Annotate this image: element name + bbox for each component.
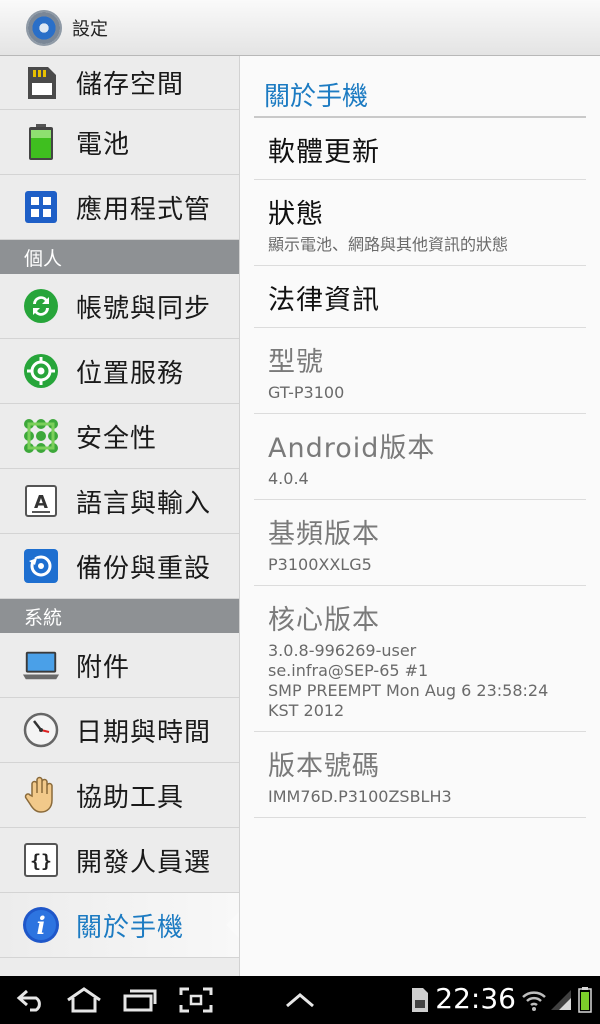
- title-bar: 設定: [0, 0, 600, 56]
- menu-item-label: 備份與重設: [76, 553, 212, 584]
- sd-card-notification-icon: [408, 986, 432, 1014]
- wifi-icon: [520, 986, 548, 1014]
- settings-gear-icon[interactable]: [26, 9, 62, 46]
- selection-caret: [226, 911, 239, 939]
- menu-item-storage[interactable]: 儲存空間: [0, 56, 239, 110]
- app-title: 設定: [72, 18, 108, 40]
- about-item-legal[interactable]: 法律資訊: [254, 266, 586, 328]
- menu-item-label: 附件: [76, 652, 131, 683]
- screenshot-icon[interactable]: [178, 986, 214, 1014]
- menu-item-language-input[interactable]: A 語言與輸入: [0, 469, 239, 534]
- sd-card-icon: [22, 64, 60, 102]
- menu-item-label: 儲存空間: [76, 70, 185, 100]
- hand-icon: [22, 776, 60, 814]
- item-value: P3100XXLG5: [268, 555, 372, 574]
- menu-item-accounts-sync[interactable]: 帳號與同步: [0, 274, 239, 339]
- item-value: GT-P3100: [268, 383, 345, 402]
- svg-text:{}: {}: [30, 851, 52, 872]
- menu-item-label: 電池: [76, 129, 131, 160]
- menu-item-label: 應用程式管: [76, 194, 212, 225]
- item-value: 4.0.4: [268, 469, 309, 488]
- item-value: IMM76D.P3100ZSBLH3: [268, 787, 452, 806]
- item-title: 核心版本: [268, 605, 380, 636]
- section-header-system: 系統: [0, 599, 239, 633]
- settings-menu: 儲存空間 電池 應用程式管 個人 帳號與同步 位置服務 安全性 A 語言與輸入 …: [0, 56, 240, 976]
- signal-icon: [548, 986, 574, 1014]
- security-pattern-icon: [22, 417, 60, 455]
- svg-text:i: i: [36, 911, 45, 940]
- menu-item-date-time[interactable]: 日期與時間: [0, 698, 239, 763]
- menu-item-label: 安全性: [76, 423, 158, 454]
- info-icon: i: [22, 906, 60, 944]
- about-item-build-number[interactable]: 版本號碼 IMM76D.P3100ZSBLH3: [254, 732, 586, 818]
- menu-item-accessibility[interactable]: 協助工具: [0, 763, 239, 828]
- about-item-baseband: 基頻版本 P3100XXLG5: [254, 500, 586, 586]
- battery-icon: [22, 123, 60, 161]
- status-clock: 22:36: [435, 982, 516, 1015]
- about-item-kernel: 核心版本 3.0.8-996269-user se.infra@SEP-65 #…: [254, 586, 586, 732]
- home-icon[interactable]: [64, 986, 104, 1014]
- menu-item-label: 日期與時間: [76, 717, 212, 748]
- item-title: 法律資訊: [268, 285, 380, 316]
- item-title: 型號: [268, 347, 324, 378]
- menu-item-accessory[interactable]: 附件: [0, 633, 239, 698]
- menu-item-label: 帳號與同步: [76, 293, 212, 324]
- item-title: 軟體更新: [268, 137, 380, 168]
- about-item-android-version[interactable]: Android版本 4.0.4: [254, 414, 586, 500]
- chevron-up-icon[interactable]: [282, 986, 318, 1014]
- location-icon: [22, 352, 60, 390]
- menu-item-battery[interactable]: 電池: [0, 110, 239, 175]
- back-icon[interactable]: [12, 986, 52, 1014]
- laptop-accessory-icon: [22, 646, 60, 684]
- about-phone-panel: 關於手機 軟體更新 狀態 顯示電池、網路與其他資訊的狀態 法律資訊 型號 GT-…: [240, 56, 600, 976]
- menu-item-location[interactable]: 位置服務: [0, 339, 239, 404]
- menu-item-about-phone[interactable]: i 關於手機: [0, 893, 239, 958]
- menu-item-label: 位置服務: [76, 358, 185, 389]
- battery-status-icon: [576, 986, 594, 1014]
- menu-item-label: 開發人員選: [76, 847, 212, 878]
- menu-item-backup-reset[interactable]: 備份與重設: [0, 534, 239, 599]
- menu-item-security[interactable]: 安全性: [0, 404, 239, 469]
- item-title: 狀態: [268, 199, 324, 230]
- apps-grid-icon: [22, 188, 60, 226]
- about-item-model: 型號 GT-P3100: [254, 328, 586, 414]
- backup-restore-icon: [22, 547, 60, 585]
- sync-icon: [22, 287, 60, 325]
- panel-title: 關於手機: [254, 72, 586, 118]
- clock-icon: [22, 711, 60, 749]
- section-header-personal: 個人: [0, 240, 239, 274]
- item-title: 版本號碼: [268, 751, 380, 782]
- recent-apps-icon[interactable]: [120, 986, 160, 1014]
- item-title: Android版本: [268, 433, 436, 464]
- item-title: 基頻版本: [268, 519, 380, 550]
- menu-item-developer-options[interactable]: {} 開發人員選: [0, 828, 239, 893]
- menu-item-label: 關於手機: [76, 912, 185, 943]
- system-bar: 22:36: [0, 976, 600, 1024]
- about-item-status[interactable]: 狀態 顯示電池、網路與其他資訊的狀態: [254, 180, 586, 266]
- menu-item-label: 協助工具: [76, 782, 185, 813]
- item-summary: 顯示電池、網路與其他資訊的狀態: [268, 235, 509, 254]
- about-item-software-update[interactable]: 軟體更新: [254, 118, 586, 180]
- keyboard-a-icon: A: [22, 482, 60, 520]
- svg-text:A: A: [34, 492, 48, 513]
- menu-item-label: 語言與輸入: [76, 488, 212, 519]
- menu-item-app-manager[interactable]: 應用程式管: [0, 175, 239, 240]
- item-value: 3.0.8-996269-user se.infra@SEP-65 #1 SMP…: [268, 641, 549, 720]
- braces-icon: {}: [22, 841, 60, 879]
